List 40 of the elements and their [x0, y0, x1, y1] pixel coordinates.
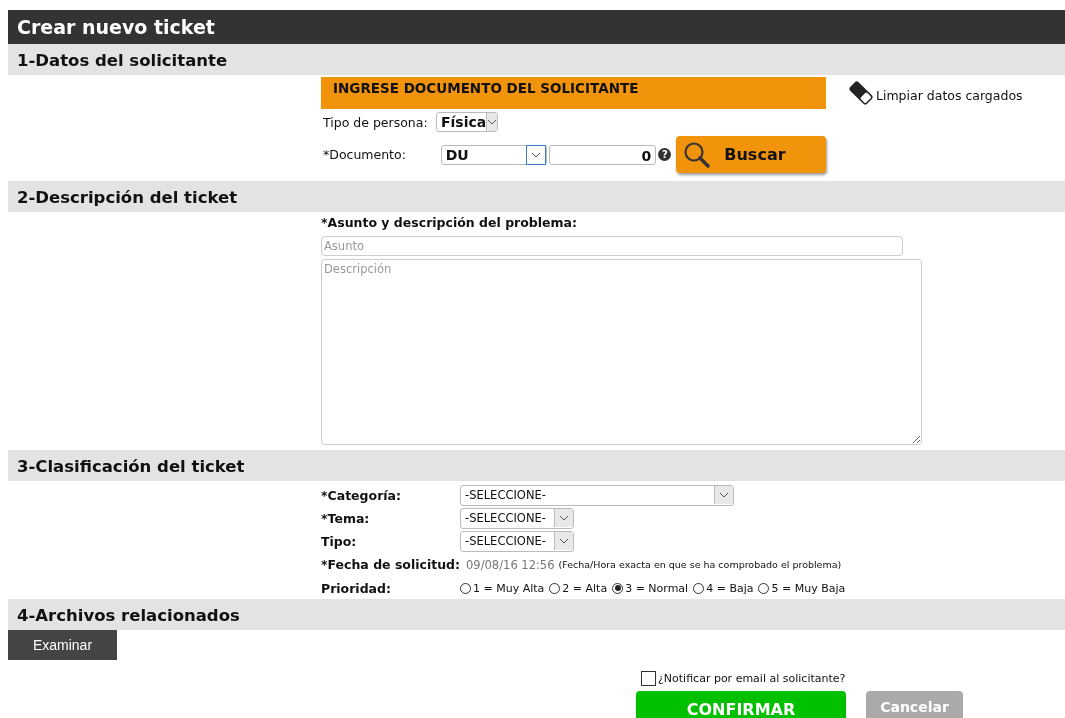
date-value: 09/08/16 12:56: [466, 557, 555, 572]
clear-data-link[interactable]: Limpiar datos cargados: [876, 88, 1023, 103]
chevron-icon: [486, 113, 498, 131]
chevron-icon: [525, 144, 546, 165]
field-label: *Documento:: [323, 147, 407, 162]
search-button[interactable]: Buscar: [676, 136, 826, 173]
chevron-icon: [714, 486, 733, 504]
notify-checkbox[interactable]: ¿Notificar por email al solicitante?: [641, 668, 1065, 688]
chevron-icon: [554, 509, 573, 527]
section-header: 1-Datos del solicitante: [8, 44, 1065, 75]
priority-radio[interactable]: 5 = Muy Baja: [758, 581, 846, 595]
help-icon[interactable]: ?: [658, 148, 672, 161]
window-title: Crear nuevo ticket: [8, 10, 1065, 44]
browse-button[interactable]: Examinar: [8, 630, 117, 660]
section-header: 4-Archivos relacionados: [8, 599, 1065, 630]
subject-field[interactable]: Asunto: [321, 236, 903, 256]
date-note: (Fecha/Hora exacta en que se ha comprobado el problema): [558, 559, 842, 570]
field-label: Tipo:: [321, 533, 358, 549]
topic-select[interactable]: -SELECCIONE-: [460, 507, 574, 529]
section-header: 2-Descripción del ticket: [8, 181, 1065, 212]
search-icon: [682, 140, 713, 169]
priority-radio[interactable]: 3 = Normal: [612, 581, 689, 595]
banner: INGRESE DOCUMENTO DEL SOLICITANTE: [321, 77, 826, 109]
document-type-select[interactable]: DU: [440, 144, 547, 165]
priority-radio[interactable]: 4 = Baja: [693, 581, 754, 595]
category-select[interactable]: -SELECCIONE-: [460, 484, 734, 506]
document-number-field[interactable]: 0: [548, 144, 657, 165]
field-label: *Asunto y descripción del problema:: [321, 215, 578, 232]
priority-radio[interactable]: 1 = Muy Alta: [460, 581, 545, 595]
section-header: 3-Clasificación del ticket: [8, 450, 1065, 481]
person-type-select[interactable]: Física: [436, 112, 498, 132]
chevron-icon: [554, 532, 573, 550]
description-field[interactable]: Descripción: [321, 259, 922, 445]
field-label: *Tema:: [321, 510, 371, 526]
field-label: *Fecha de solicitud:: [321, 557, 461, 572]
field-label: Prioridad:: [321, 580, 392, 596]
field-label: *Categoría:: [321, 487, 403, 503]
type-select[interactable]: -SELECCIONE-: [460, 530, 574, 552]
priority-radio[interactable]: 2 = Alta: [549, 581, 608, 595]
field-label: Tipo de persona:: [323, 114, 429, 130]
